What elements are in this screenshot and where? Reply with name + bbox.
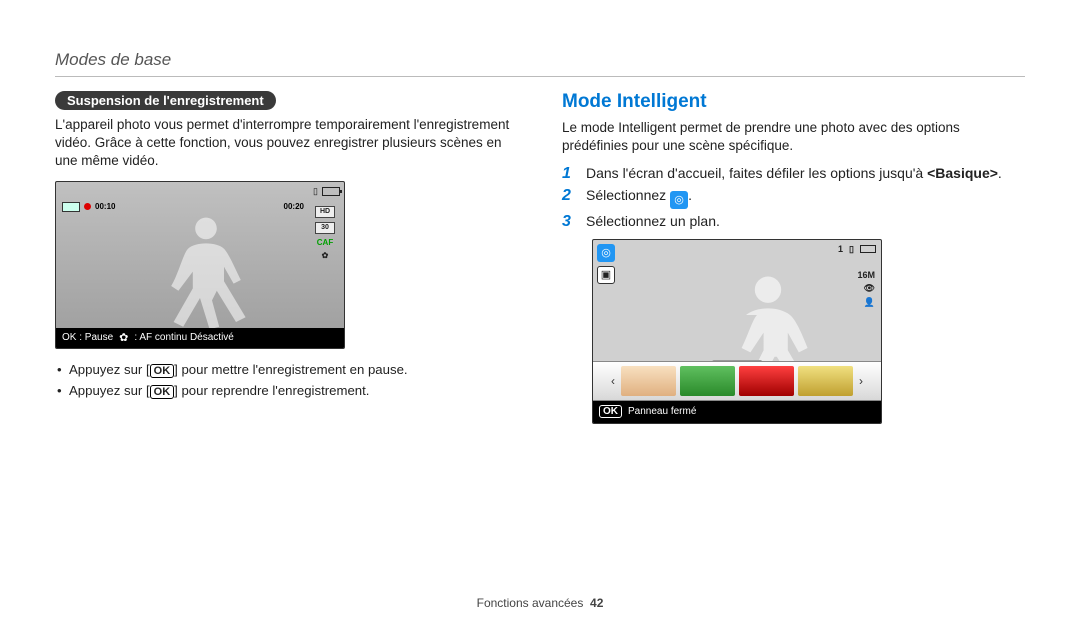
ok-pause-label: OK : Pause bbox=[62, 332, 113, 343]
ok-button-icon: OK bbox=[599, 405, 622, 418]
footer-label: Fonctions avancées bbox=[477, 596, 584, 610]
fps-indicator: 30 bbox=[315, 222, 335, 234]
face-icon: 👤 bbox=[864, 297, 875, 308]
mode-intelligent-heading: Mode Intelligent bbox=[562, 91, 1025, 113]
flower-icon: ✿ bbox=[322, 251, 329, 260]
ok-button-icon: OK bbox=[150, 364, 175, 378]
chevron-right-icon: › bbox=[857, 374, 865, 388]
child-silhouette bbox=[713, 271, 823, 361]
scene-thumb bbox=[739, 366, 794, 396]
scene-thumb bbox=[621, 366, 676, 396]
hd-indicator: HD bbox=[315, 206, 335, 218]
step-3-text: Sélectionnez un plan. bbox=[586, 213, 720, 229]
resolution-indicator: 16M bbox=[857, 270, 875, 280]
lcd-right-indicators: HD 30 CAF ✿ bbox=[312, 206, 338, 260]
instruction-bullets: Appuyez sur [OK] pour mettre l'enregistr… bbox=[55, 359, 518, 401]
shots-remaining: 1 bbox=[838, 244, 843, 254]
scene-thumb bbox=[798, 366, 853, 396]
scene-thumb bbox=[680, 366, 735, 396]
panel-closed-label: Panneau fermé bbox=[628, 406, 696, 417]
eye-icon: 👁 bbox=[864, 283, 875, 294]
sd-card-icon: ▯ bbox=[313, 186, 318, 197]
battery-icon bbox=[322, 187, 340, 196]
intelligent-mode-icon: ◎ bbox=[670, 191, 688, 209]
right-column: Mode Intelligent Le mode Intelligent per… bbox=[562, 91, 1025, 588]
header-rule bbox=[55, 76, 1025, 77]
lcd2-right-indicators: 16M 👁 👤 bbox=[857, 270, 875, 308]
scene-thumbnail-strip: ‹ › bbox=[593, 361, 881, 401]
lcd-bottom-bar: OK : Pause ✿ : AF continu Désactivé bbox=[56, 328, 344, 348]
step-number: 3 bbox=[562, 213, 576, 231]
chevron-left-icon: ‹ bbox=[609, 374, 617, 388]
lcd2-bottom-bar: OK Panneau fermé bbox=[593, 401, 881, 423]
manual-page: Modes de base Suspension de l'enregistre… bbox=[0, 0, 1080, 630]
caf-indicator: CAF bbox=[317, 238, 333, 247]
lcd2-left-indicators: ◎ ▣ bbox=[597, 244, 615, 284]
step-1: 1 Dans l'écran d'accueil, faites défiler… bbox=[562, 165, 1025, 183]
sd-card-icon: ▯ bbox=[849, 244, 854, 255]
basique-target: <Basique> bbox=[927, 165, 998, 181]
ok-button-icon: OK bbox=[150, 385, 175, 399]
step-number: 1 bbox=[562, 165, 576, 183]
step-2: 2 Sélectionnez ◎. bbox=[562, 187, 1025, 209]
af-flower-icon: ✿ bbox=[119, 331, 128, 344]
camera-mode-icon: ◎ bbox=[597, 244, 615, 262]
step-3: 3 Sélectionnez un plan. bbox=[562, 213, 1025, 231]
lcd2-top-right: 1 ▯ bbox=[838, 244, 876, 255]
page-footer: Fonctions avancées 42 bbox=[55, 588, 1025, 610]
metering-icon: ▣ bbox=[597, 266, 615, 284]
step-number: 2 bbox=[562, 187, 576, 205]
numbered-steps: 1 Dans l'écran d'accueil, faites défiler… bbox=[562, 165, 1025, 231]
lcd-top-bar: ▯ bbox=[56, 182, 344, 202]
left-column: Suspension de l'enregistrement L'apparei… bbox=[55, 91, 518, 588]
section-header: Modes de base bbox=[55, 50, 1025, 70]
bullet-pause: Appuyez sur [OK] pour mettre l'enregistr… bbox=[55, 359, 518, 380]
record-icon bbox=[84, 203, 91, 210]
dancer-silhouette bbox=[146, 208, 266, 328]
remaining-time: 00:20 bbox=[284, 202, 304, 211]
right-intro-paragraph: Le mode Intelligent permet de prendre un… bbox=[562, 119, 1025, 155]
camera-lcd-screenshot-scene-select: ◎ ▣ 1 ▯ 16M 👁 👤 Beauté ‹ bbox=[592, 239, 882, 424]
bullet-resume: Appuyez sur [OK] pour reprendre l'enregi… bbox=[55, 380, 518, 401]
two-column-layout: Suspension de l'enregistrement L'apparei… bbox=[55, 91, 1025, 588]
subsection-pill: Suspension de l'enregistrement bbox=[55, 91, 276, 110]
left-intro-paragraph: L'appareil photo vous permet d'interromp… bbox=[55, 116, 518, 171]
page-number: 42 bbox=[590, 596, 603, 610]
camera-lcd-screenshot-recording: 00:10 00:20 ▯ HD 30 CAF ✿ bbox=[55, 181, 345, 349]
af-continu-label: : AF continu Désactivé bbox=[134, 332, 234, 343]
elapsed-time: 00:10 bbox=[95, 202, 115, 211]
